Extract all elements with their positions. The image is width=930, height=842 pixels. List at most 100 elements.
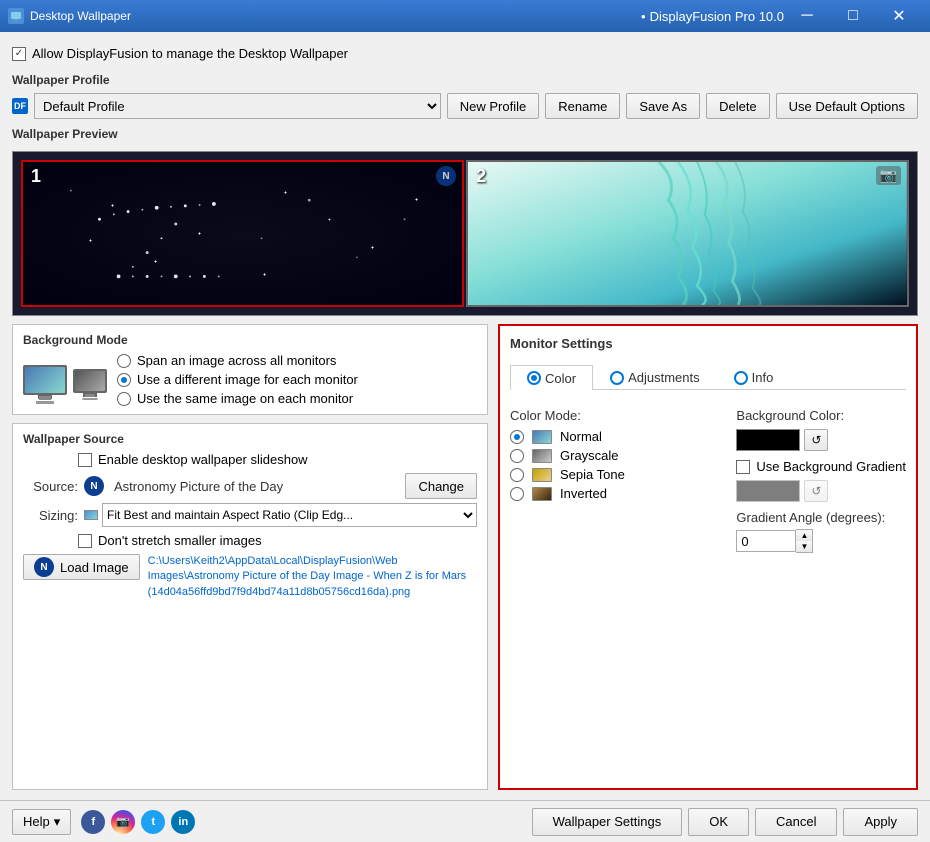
social-icons: f 📷 t in — [81, 810, 195, 834]
tab-adjustments[interactable]: Adjustments — [593, 365, 717, 389]
color-mode-grayscale[interactable]: Grayscale — [510, 448, 716, 463]
color-mode-inverted-radio[interactable] — [510, 487, 524, 501]
color-mode-inverted[interactable]: Inverted — [510, 486, 716, 501]
tab-color[interactable]: Color — [510, 365, 593, 390]
dont-stretch-checkbox[interactable] — [78, 534, 92, 548]
help-chevron-icon: ▾ — [54, 814, 61, 830]
bottom-section: Background Mode — [12, 324, 918, 790]
app-icon — [8, 8, 24, 24]
gradient-refresh-button[interactable]: ↺ — [804, 480, 828, 502]
background-color-swatch[interactable] — [736, 429, 800, 451]
gradient-color-swatch[interactable] — [736, 480, 800, 502]
allow-df-row: Allow DisplayFusion to manage the Deskto… — [12, 42, 918, 65]
load-image-button[interactable]: N Load Image — [23, 554, 140, 580]
bg-color-refresh-button[interactable]: ↺ — [804, 429, 828, 451]
wallpaper-profile-section: Wallpaper Profile DF Default Profile New… — [12, 73, 918, 119]
change-source-button[interactable]: Change — [405, 473, 477, 499]
cancel-button[interactable]: Cancel — [755, 808, 837, 836]
linkedin-icon[interactable]: in — [171, 810, 195, 834]
ok-button[interactable]: OK — [688, 808, 749, 836]
help-button[interactable]: Help ▾ — [12, 809, 71, 835]
save-as-button[interactable]: Save As — [626, 93, 700, 119]
bg-mode-option-2[interactable]: Use a different image for each monitor — [117, 372, 358, 387]
gradient-angle-label: Gradient Angle (degrees): — [736, 510, 906, 525]
bg-mode-radio-3[interactable] — [117, 392, 131, 406]
color-mode-normal-icon — [532, 430, 552, 444]
bg-mode-radio-1[interactable] — [117, 354, 131, 368]
wallpaper-profile-label: Wallpaper Profile — [12, 73, 918, 87]
monitor-2-wallpaper — [468, 162, 907, 305]
delete-button[interactable]: Delete — [706, 93, 770, 119]
source-value: Astronomy Picture of the Day — [114, 479, 399, 494]
color-mode-grayscale-icon — [532, 449, 552, 463]
bg-mode-option-3[interactable]: Use the same image on each monitor — [117, 391, 358, 406]
facebook-icon[interactable]: f — [81, 810, 105, 834]
bg-color-swatch-row: ↺ — [736, 429, 906, 451]
slideshow-checkbox[interactable] — [78, 453, 92, 467]
bg-mode-option-1-label: Span an image across all monitors — [137, 353, 336, 368]
apply-button[interactable]: Apply — [843, 808, 918, 836]
use-default-options-button[interactable]: Use Default Options — [776, 93, 918, 119]
color-modes: Color Mode: Normal Grayscale — [510, 408, 716, 553]
bg-mode-option-1[interactable]: Span an image across all monitors — [117, 353, 358, 368]
monitor-1-preview[interactable]: 1 N — [21, 160, 464, 307]
dont-stretch-label: Don't stretch smaller images — [98, 533, 262, 548]
allow-df-label: Allow DisplayFusion to manage the Deskto… — [32, 46, 348, 61]
source-row: Source: N Astronomy Picture of the Day C… — [23, 473, 477, 499]
color-mode-sepia-icon — [532, 468, 552, 482]
new-profile-button[interactable]: New Profile — [447, 93, 539, 119]
dont-stretch-row: Don't stretch smaller images — [78, 533, 477, 548]
color-mode-grayscale-radio[interactable] — [510, 449, 524, 463]
tab-adjustments-icon — [610, 371, 624, 385]
color-mode-normal-radio[interactable] — [510, 430, 524, 444]
tab-info-icon — [734, 371, 748, 385]
source-field-label: Source: — [23, 479, 78, 494]
gradient-angle-input-row: ▲ ▼ — [736, 529, 906, 553]
monitor-icon-1 — [23, 365, 67, 395]
color-mode-sepia-radio[interactable] — [510, 468, 524, 482]
title-separator: • — [641, 9, 646, 24]
allow-df-checkbox[interactable] — [12, 47, 26, 61]
tab-adjustments-label: Adjustments — [628, 370, 700, 385]
use-gradient-checkbox[interactable] — [736, 460, 750, 474]
wallpaper-source-section: Wallpaper Source Enable desktop wallpape… — [12, 423, 488, 790]
monitor-2-preview[interactable]: 2 📷 — [466, 160, 909, 307]
minimize-button[interactable]: ─ — [784, 0, 830, 32]
gradient-angle-input[interactable] — [736, 530, 796, 552]
color-mode-grayscale-label: Grayscale — [560, 448, 619, 463]
tab-info-label: Info — [752, 370, 774, 385]
color-mode-sepia[interactable]: Sepia Tone — [510, 467, 716, 482]
gradient-swatch-row: ↺ — [736, 480, 906, 502]
bottom-bar-left: Help ▾ f 📷 t in — [12, 809, 195, 835]
monitor-settings-title: Monitor Settings — [510, 336, 906, 351]
wallpaper-source-label: Wallpaper Source — [23, 432, 477, 446]
instagram-icon[interactable]: 📷 — [111, 810, 135, 834]
close-button[interactable]: ✕ — [876, 0, 922, 32]
monitor-icon-2 — [73, 369, 107, 393]
load-image-row: N Load Image C:\Users\Keith2\AppData\Loc… — [23, 554, 477, 600]
gradient-angle-spinner: ▲ ▼ — [796, 529, 813, 553]
preview-monitors: 1 N — [12, 151, 918, 316]
rename-button[interactable]: Rename — [545, 93, 620, 119]
tab-color-icon — [527, 371, 541, 385]
wallpaper-profile-row: DF Default Profile New Profile Rename Sa… — [12, 93, 918, 119]
tab-info[interactable]: Info — [717, 365, 791, 389]
sizing-dropdown[interactable]: Fit Best and maintain Aspect Ratio (Clip… — [102, 503, 477, 527]
color-tab-content: Color Mode: Normal Grayscale — [510, 408, 906, 553]
sizing-label: Sizing: — [23, 508, 78, 523]
bg-mode-content: Span an image across all monitors Use a … — [23, 353, 477, 406]
wallpaper-settings-button[interactable]: Wallpaper Settings — [532, 808, 683, 836]
color-mode-normal[interactable]: Normal — [510, 429, 716, 444]
gradient-angle-up[interactable]: ▲ — [796, 530, 812, 541]
twitter-icon[interactable]: t — [141, 810, 165, 834]
bg-mode-option-3-label: Use the same image on each monitor — [137, 391, 353, 406]
use-gradient-row: Use Background Gradient — [736, 459, 906, 474]
title-bar: Desktop Wallpaper • DisplayFusion Pro 10… — [0, 0, 930, 32]
slideshow-row: Enable desktop wallpaper slideshow — [78, 452, 477, 467]
gradient-angle-down[interactable]: ▼ — [796, 541, 812, 552]
monitor-1-nasa-icon: N — [436, 166, 456, 186]
bg-mode-radio-2[interactable] — [117, 373, 131, 387]
color-mode-normal-label: Normal — [560, 429, 602, 444]
maximize-button[interactable]: □ — [830, 0, 876, 32]
profile-dropdown[interactable]: Default Profile — [34, 93, 441, 119]
